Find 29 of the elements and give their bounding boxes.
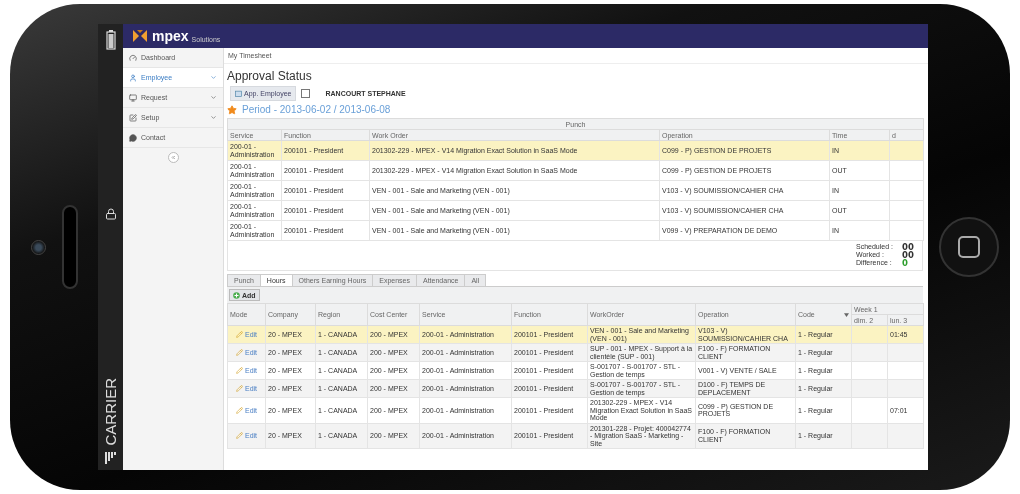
signal-bars-icon xyxy=(104,452,117,464)
period-title: Period - 2013-06-02 / 2013-06-08 xyxy=(242,104,391,115)
battery-icon xyxy=(105,30,116,50)
document-icon xyxy=(235,90,242,97)
summary-value: 00 xyxy=(902,243,915,251)
summary-value: 00 xyxy=(902,251,915,259)
monitor-icon xyxy=(129,93,137,102)
pencil-icon xyxy=(235,385,243,392)
plus-icon xyxy=(233,291,240,299)
lock-icon xyxy=(104,208,117,221)
approve-checkbox[interactable] xyxy=(301,89,311,98)
pencil-icon xyxy=(235,406,243,414)
edit-icon xyxy=(129,113,137,122)
chat-icon xyxy=(129,133,137,142)
star-icon xyxy=(227,104,237,115)
home-button[interactable] xyxy=(939,217,999,277)
pencil-icon xyxy=(235,349,243,356)
logo-icon xyxy=(133,30,147,42)
sort-caret-icon[interactable] xyxy=(844,313,849,317)
page-title: Approval Status xyxy=(227,69,313,83)
carrier-label: CARRIER xyxy=(102,378,119,446)
dashboard-gauge-icon xyxy=(129,53,137,62)
pencil-icon xyxy=(235,367,243,374)
user-icon xyxy=(129,73,137,82)
logo-text: mpex xyxy=(152,29,189,43)
pencil-icon xyxy=(235,432,243,440)
summary-value: 0 xyxy=(902,259,908,267)
camera-icon xyxy=(30,239,46,255)
pencil-icon xyxy=(235,331,243,338)
